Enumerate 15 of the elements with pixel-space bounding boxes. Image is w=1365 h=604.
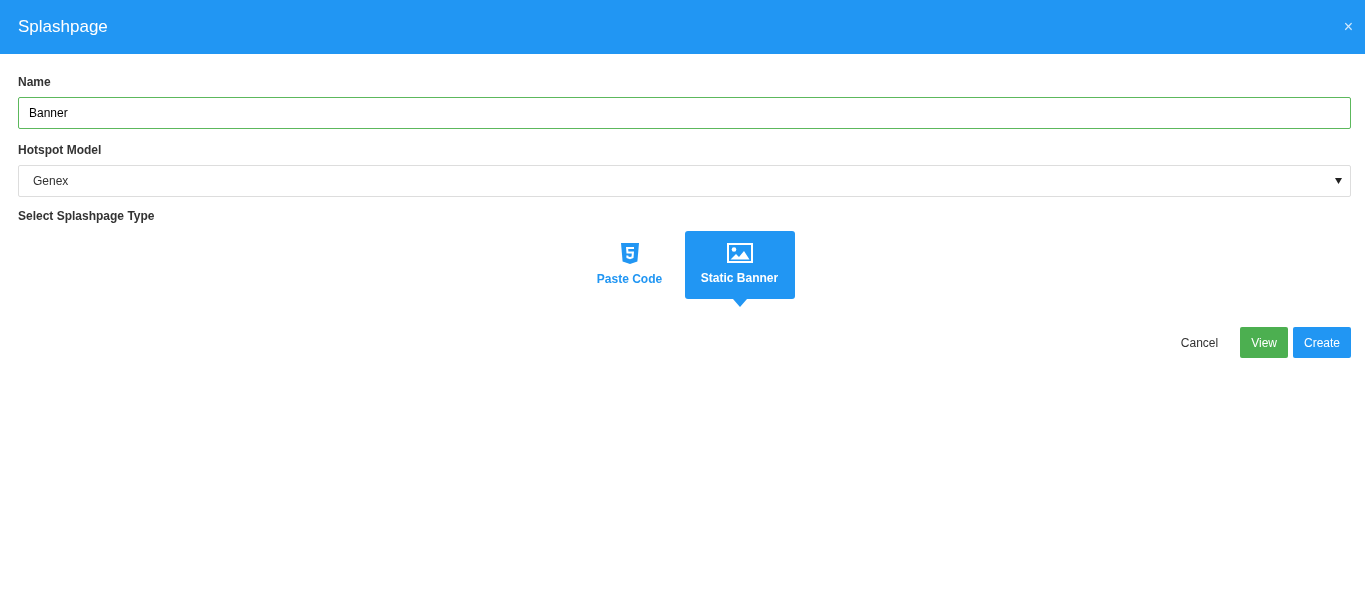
field-label: Name xyxy=(18,74,52,91)
field-label: Hotspot Model xyxy=(18,142,103,159)
name-input-field[interactable]: Banner xyxy=(18,97,1351,129)
create-button[interactable]: Create xyxy=(1292,327,1351,358)
splashpage-type-option[interactable]: Static Banner xyxy=(684,231,795,299)
cancel-button[interactable]: Cancel xyxy=(1169,327,1230,358)
field-label: Select Splashpage Type xyxy=(18,208,156,225)
html5-shield-icon xyxy=(620,242,639,264)
window-title: Splashpage xyxy=(18,16,108,39)
close-button[interactable]: × xyxy=(1343,15,1353,39)
dropdown-arrow-icon xyxy=(1335,178,1342,184)
hotspot-model-select[interactable]: Genex xyxy=(18,165,1351,197)
pointer-arrow xyxy=(732,299,747,307)
view-button[interactable]: View xyxy=(1240,327,1288,358)
image-icon xyxy=(726,243,753,263)
